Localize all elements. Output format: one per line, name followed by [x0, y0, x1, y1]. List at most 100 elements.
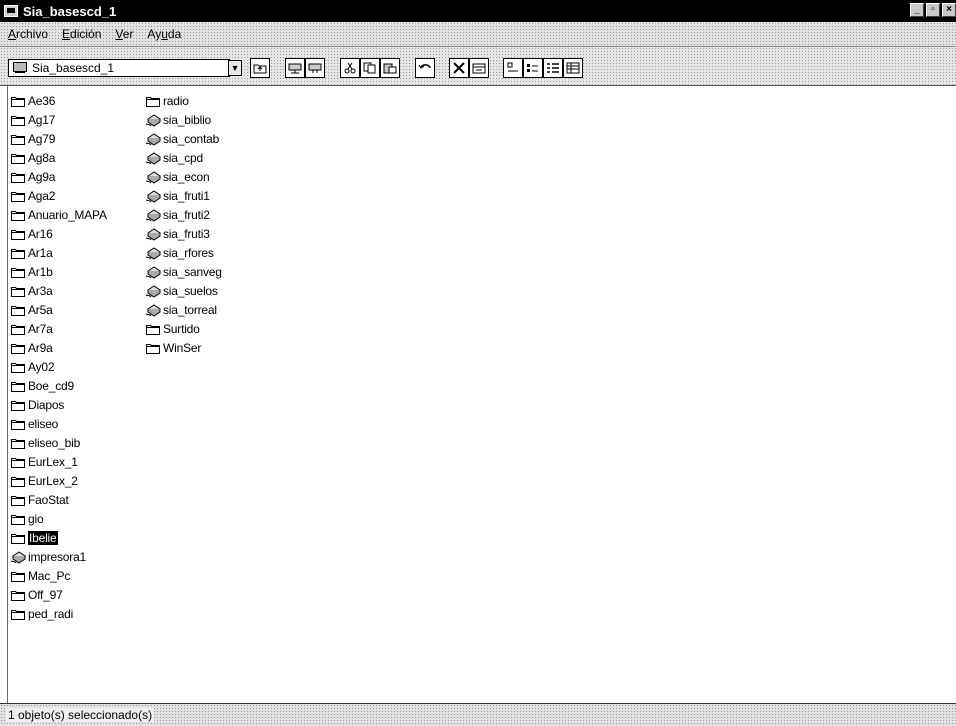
file-item[interactable]: Ag17 [10, 110, 107, 129]
file-item[interactable]: EurLex_1 [10, 452, 107, 471]
file-item[interactable]: Ag79 [10, 129, 107, 148]
file-item[interactable]: sia_sanveg [145, 262, 222, 281]
address-combo[interactable]: Sia_basescd_1 [8, 59, 230, 77]
file-item[interactable]: eliseo [10, 414, 107, 433]
small-icons-icon [527, 64, 538, 72]
file-item[interactable]: Ay02 [10, 357, 107, 376]
file-item[interactable]: Anuario_MAPA [10, 205, 107, 224]
network-printer-icon [145, 113, 161, 127]
menu-archivo[interactable]: Archivo [6, 27, 50, 41]
folder-icon [10, 455, 26, 469]
file-label: Ar16 [28, 226, 53, 241]
folder-icon [10, 417, 26, 431]
file-label: Ar9a [28, 340, 53, 355]
file-item[interactable]: sia_cpd [145, 148, 222, 167]
file-item[interactable]: radio [145, 91, 222, 110]
status-bar: 1 objeto(s) seleccionado(s) [0, 703, 956, 726]
file-item[interactable]: sia_rfores [145, 243, 222, 262]
copy-button[interactable] [360, 58, 380, 78]
menu-ver[interactable]: Ver [113, 27, 135, 41]
file-label: Ag8a [28, 150, 56, 165]
small-icons-button[interactable] [523, 58, 543, 78]
file-item[interactable]: FaoStat [10, 490, 107, 509]
file-item[interactable]: Ag8a [10, 148, 107, 167]
menu-bar: Archivo Edición Ver Ayuda [0, 22, 956, 47]
network-printer-icon [145, 151, 161, 165]
file-label: Ar1a [28, 245, 53, 260]
file-item[interactable]: gio [10, 509, 107, 528]
file-label: Ar7a [28, 321, 53, 336]
scissors-icon [344, 62, 356, 74]
file-item[interactable]: Diapos [10, 395, 107, 414]
folder-icon [10, 436, 26, 450]
file-item[interactable]: Ar7a [10, 319, 107, 338]
file-column-2: radio sia_biblio sia_contab sia_cpd sia_econ… [145, 91, 222, 357]
cut-button[interactable] [340, 58, 360, 78]
file-list-view[interactable]: Ae36 Ag17 Ag79 Ag8a Ag9a Aga2 Anuario_MAPA Ar16… [0, 86, 956, 703]
details-view-button[interactable] [563, 58, 583, 78]
file-item[interactable]: sia_suelos [145, 281, 222, 300]
file-item[interactable]: Off_97 [10, 585, 107, 604]
file-item[interactable]: Ar9a [10, 338, 107, 357]
paste-button[interactable] [380, 58, 400, 78]
file-label: impresora1 [28, 549, 87, 564]
file-item[interactable]: Ibelie [10, 528, 107, 547]
file-label: Ag17 [28, 112, 56, 127]
file-item[interactable]: sia_biblio [145, 110, 222, 129]
up-folder-icon [253, 64, 267, 74]
maximize-button[interactable]: ▫ [926, 3, 940, 17]
file-item[interactable]: sia_fruti2 [145, 205, 222, 224]
undo-button[interactable] [415, 58, 435, 78]
folder-icon [10, 512, 26, 526]
delete-button[interactable] [449, 58, 469, 78]
file-item[interactable]: Ar1b [10, 262, 107, 281]
file-label: Ar5a [28, 302, 53, 317]
file-item[interactable]: Surtido [145, 319, 222, 338]
menu-ayuda[interactable]: Ayuda [145, 27, 183, 41]
file-item[interactable]: sia_torreal [145, 300, 222, 319]
file-item[interactable]: sia_fruti3 [145, 224, 222, 243]
file-item[interactable]: EurLex_2 [10, 471, 107, 490]
file-item[interactable]: sia_contab [145, 129, 222, 148]
file-item[interactable]: Ar5a [10, 300, 107, 319]
file-label: Surtido [163, 321, 200, 336]
network-printer-icon [145, 246, 161, 260]
properties-button[interactable] [469, 58, 489, 78]
title-bar[interactable]: Sia_basescd_1 _ ▫ × [0, 0, 956, 22]
file-item[interactable]: Ar3a [10, 281, 107, 300]
file-label: Mac_Pc [28, 568, 71, 583]
file-item[interactable]: Ar1a [10, 243, 107, 262]
file-item[interactable]: sia_econ [145, 167, 222, 186]
network-printer-icon [145, 208, 161, 222]
file-item[interactable]: Ag9a [10, 167, 107, 186]
file-item[interactable]: Mac_Pc [10, 566, 107, 585]
file-item[interactable]: sia_fruti1 [145, 186, 222, 205]
up-folder-button[interactable] [250, 58, 270, 78]
folder-icon [10, 607, 26, 621]
file-item[interactable]: impresora1 [10, 547, 107, 566]
map-drive-button[interactable] [285, 58, 305, 78]
file-item[interactable]: ped_radi [10, 604, 107, 623]
file-item[interactable]: Ae36 [10, 91, 107, 110]
disconnect-drive-button[interactable] [305, 58, 325, 78]
list-view-button[interactable] [543, 58, 563, 78]
file-label: sia_rfores [163, 245, 214, 260]
close-button[interactable]: × [942, 3, 956, 17]
file-label: Anuario_MAPA [28, 207, 107, 222]
file-item[interactable]: eliseo_bib [10, 433, 107, 452]
menu-edicion[interactable]: Edición [60, 27, 103, 41]
minimize-button[interactable]: _ [910, 3, 924, 17]
file-label: eliseo_bib [28, 435, 81, 450]
large-icons-button[interactable] [503, 58, 523, 78]
folder-icon [10, 474, 26, 488]
file-item[interactable]: Boe_cd9 [10, 376, 107, 395]
file-item[interactable]: WinSer [145, 338, 222, 357]
file-item[interactable]: Aga2 [10, 186, 107, 205]
file-label: sia_contab [163, 131, 220, 146]
network-printer-icon [145, 265, 161, 279]
file-label: sia_suelos [163, 283, 218, 298]
address-dropdown-button[interactable]: ▼ [228, 60, 242, 76]
window-controls: _ ▫ × [908, 3, 956, 17]
file-label: FaoStat [28, 492, 69, 507]
file-item[interactable]: Ar16 [10, 224, 107, 243]
